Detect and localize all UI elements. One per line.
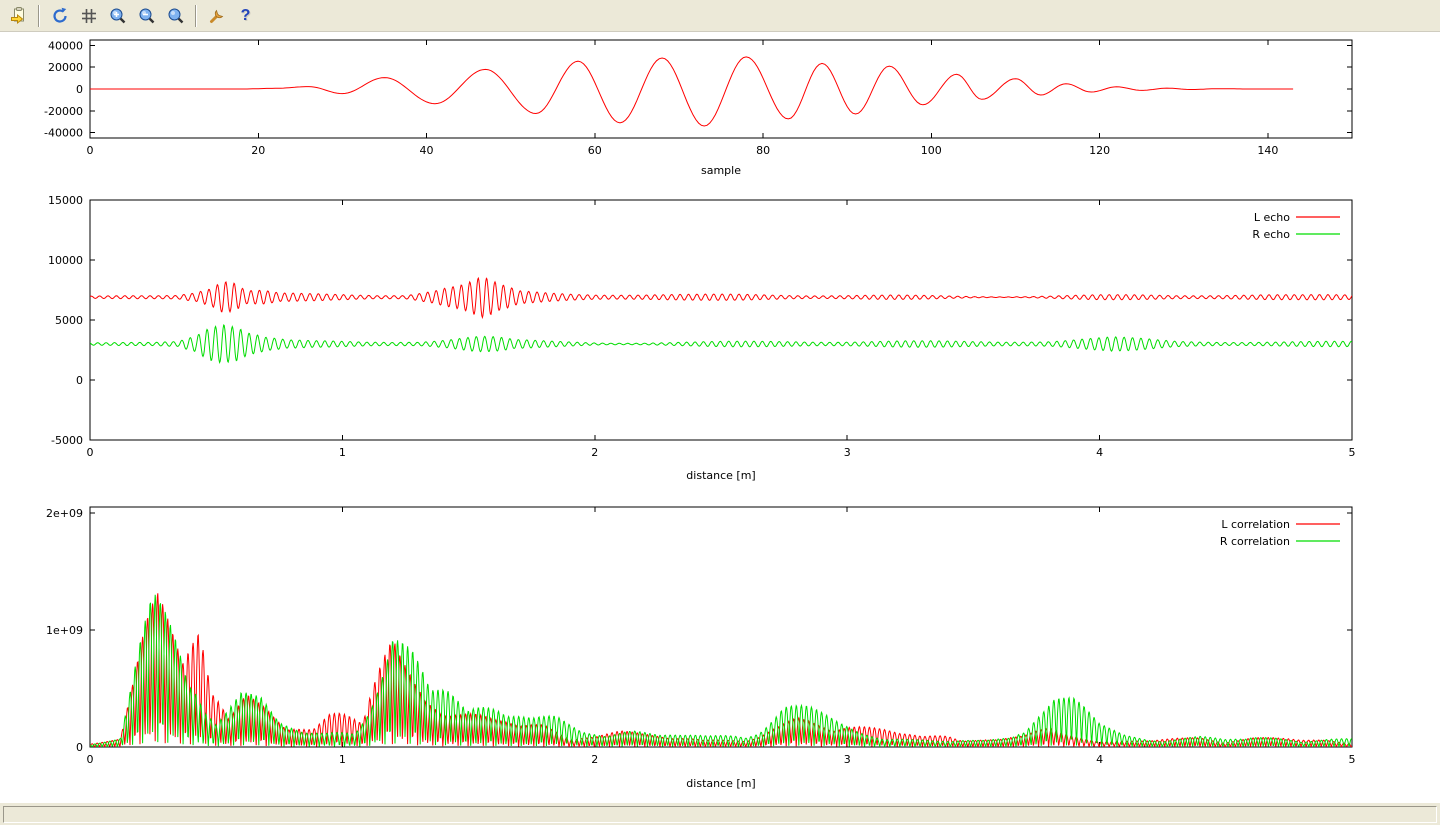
svg-text:5000: 5000 — [55, 314, 83, 327]
settings-button[interactable] — [203, 2, 230, 29]
svg-text:20000: 20000 — [48, 61, 83, 74]
svg-text:0: 0 — [87, 753, 94, 766]
svg-text:2: 2 — [591, 753, 598, 766]
svg-text:2e+09: 2e+09 — [46, 507, 83, 520]
svg-text:distance [m]: distance [m] — [686, 469, 755, 482]
grid-button[interactable] — [75, 2, 102, 29]
copy-to-clipboard-button[interactable] — [5, 2, 32, 29]
zoom-button[interactable] — [104, 2, 131, 29]
svg-text:0: 0 — [76, 83, 83, 96]
svg-text:sample: sample — [701, 164, 741, 177]
unzoom-all-button[interactable] — [162, 2, 189, 29]
svg-text:3: 3 — [844, 446, 851, 459]
toolbar: ? — [0, 0, 1440, 32]
svg-text:distance [m]: distance [m] — [686, 777, 755, 790]
toolbar-separator — [195, 5, 197, 27]
svg-text:-40000: -40000 — [44, 127, 83, 140]
plot-area: 020406080100120140-40000-200000200004000… — [0, 32, 1440, 802]
svg-text:0: 0 — [87, 144, 94, 157]
svg-text:5: 5 — [1349, 446, 1356, 459]
zoom-icon — [108, 6, 128, 26]
svg-text:L echo: L echo — [1254, 211, 1290, 224]
toolbar-separator — [38, 5, 40, 27]
svg-text:4: 4 — [1096, 446, 1103, 459]
svg-text:-5000: -5000 — [51, 434, 83, 447]
replot-button[interactable] — [46, 2, 73, 29]
svg-text:100: 100 — [921, 144, 942, 157]
svg-text:80: 80 — [756, 144, 770, 157]
svg-text:1: 1 — [339, 446, 346, 459]
svg-text:0: 0 — [87, 446, 94, 459]
svg-text:0: 0 — [76, 374, 83, 387]
svg-text:-20000: -20000 — [44, 105, 83, 118]
zoom-previous-icon — [137, 6, 157, 26]
status-field — [3, 806, 1437, 823]
svg-text:1e+09: 1e+09 — [46, 624, 83, 637]
copy-to-clipboard-icon — [9, 6, 29, 26]
svg-text:0: 0 — [76, 741, 83, 754]
svg-text:40: 40 — [420, 144, 434, 157]
svg-text:5: 5 — [1349, 753, 1356, 766]
svg-text:60: 60 — [588, 144, 602, 157]
svg-text:3: 3 — [844, 753, 851, 766]
unzoom-all-icon — [166, 6, 186, 26]
grid-icon — [79, 6, 99, 26]
svg-text:10000: 10000 — [48, 254, 83, 267]
svg-text:R echo: R echo — [1252, 228, 1290, 241]
svg-text:120: 120 — [1089, 144, 1110, 157]
svg-text:4: 4 — [1096, 753, 1103, 766]
zoom-previous-button[interactable] — [133, 2, 160, 29]
svg-text:40000: 40000 — [48, 39, 83, 52]
svg-text:140: 140 — [1257, 144, 1278, 157]
svg-text:R correlation: R correlation — [1220, 535, 1290, 548]
svg-text:20: 20 — [251, 144, 265, 157]
svg-text:L correlation: L correlation — [1221, 518, 1290, 531]
replot-icon — [50, 6, 70, 26]
waveform-chart[interactable]: 0 20 40 60 80 100 120 140 -40000 -20000 0 20000 4000… — [0, 32, 1440, 182]
svg-text:15000: 15000 — [48, 194, 83, 207]
status-bar — [0, 802, 1440, 825]
svg-text:2: 2 — [591, 446, 598, 459]
help-button[interactable]: ? — [232, 2, 259, 29]
gnuplot-window: ? 020406080100120140-40000-2000002000040… — [0, 0, 1440, 825]
settings-icon — [207, 6, 227, 26]
help-icon: ? — [241, 8, 251, 24]
correlation-chart[interactable]: 0 1 2 3 4 5 0 1e+09 2e+09 distance [m] L correlati… — [0, 492, 1440, 802]
svg-text:1: 1 — [339, 753, 346, 766]
echo-chart[interactable]: 0 1 2 3 4 5 -5000 0 5000 10000 15000 distance [m] L … — [0, 182, 1440, 492]
